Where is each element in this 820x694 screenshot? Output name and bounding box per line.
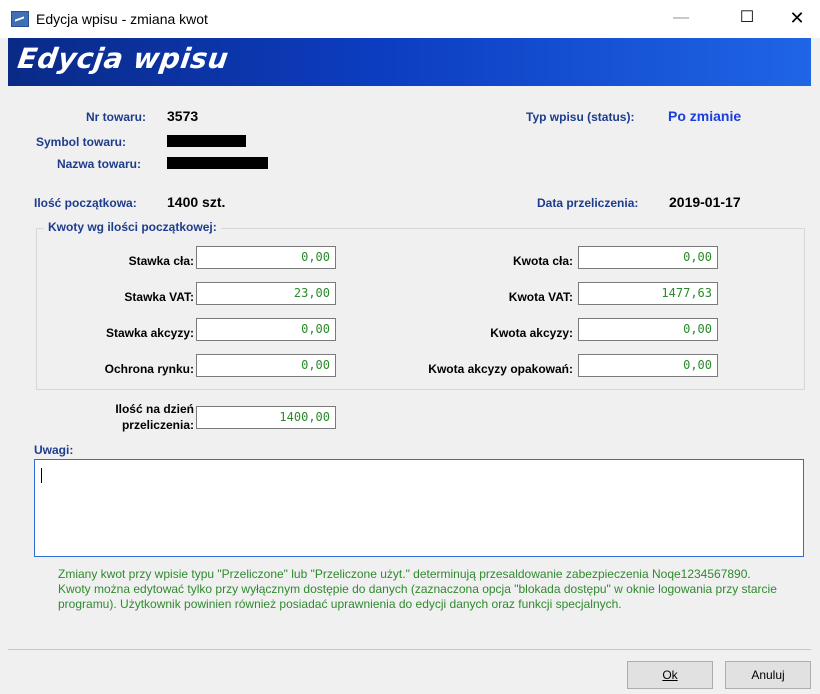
app-icon — [11, 11, 29, 27]
divider — [8, 649, 811, 650]
kwota-akcyzy-field[interactable]: 0,00 — [578, 318, 718, 341]
kwota-cla-field[interactable]: 0,00 — [578, 246, 718, 269]
recalc-qty-label-line2: przeliczenia: — [121, 418, 194, 432]
close-button[interactable]: ✕ — [774, 0, 820, 36]
kwota-akcyzy-opakowan-field[interactable]: 0,00 — [578, 354, 718, 377]
window-title: Edycja wpisu - zmiana kwot — [36, 11, 208, 27]
amounts-group-title: Kwoty wg ilości początkowej: — [44, 220, 221, 234]
recalc-qty-field[interactable]: 1400,00 — [196, 406, 336, 429]
maximize-button[interactable]: ☐ — [724, 0, 770, 36]
header-banner: Edycja wpisu — [8, 38, 811, 86]
kwota-vat-label: Kwota VAT: — [508, 290, 573, 304]
notes-textarea[interactable] — [34, 459, 804, 557]
nr-label: Nr towaru: — [86, 110, 146, 124]
kwota-cla-label: Kwota cła: — [512, 254, 573, 268]
stawka-cla-label: Stawka cła: — [128, 254, 194, 268]
info-text: Zmiany kwot przy wpisie typu "Przeliczon… — [58, 567, 777, 611]
banner-title: Edycja wpisu — [15, 42, 231, 75]
stawka-akcyzy-label: Stawka akcyzy: — [105, 326, 194, 340]
status-value: Po zmianie — [668, 108, 742, 124]
symbol-redacted — [167, 135, 246, 147]
name-redacted — [167, 157, 268, 169]
notes-label: Uwagi: — [34, 443, 74, 457]
stawka-akcyzy-field[interactable]: 0,00 — [196, 318, 336, 341]
nr-value: 3573 — [167, 108, 199, 124]
text-caret — [41, 468, 42, 483]
stawka-cla-field[interactable]: 0,00 — [196, 246, 336, 269]
name-label: Nazwa towaru: — [57, 157, 142, 171]
symbol-label: Symbol towaru: — [36, 135, 127, 149]
kwota-akcyzy-opakowan-label: Kwota akcyzy opakowań: — [428, 362, 573, 376]
kwota-vat-field[interactable]: 1477,63 — [578, 282, 718, 305]
recalc-qty-label-line1: Ilość na dzień — [115, 402, 194, 416]
cancel-button[interactable]: Anuluj — [725, 661, 811, 689]
stawka-vat-label: Stawka VAT: — [124, 290, 194, 304]
ochrona-rynku-label: Ochrona rynku: — [104, 362, 194, 376]
ok-button[interactable]: Ok — [627, 661, 713, 689]
ok-label: Ok — [662, 668, 678, 682]
window-titlebar: Edycja wpisu - zmiana kwot — ☐ ✕ — [0, 0, 820, 38]
minimize-button[interactable]: — — [658, 0, 704, 36]
qty-value: 1400 szt. — [167, 194, 226, 210]
date-value: 2019-01-17 — [669, 194, 741, 210]
date-label: Data przeliczenia: — [537, 196, 639, 210]
stawka-vat-field[interactable]: 23,00 — [196, 282, 336, 305]
status-label: Typ wpisu (status): — [526, 110, 635, 124]
kwota-akcyzy-label: Kwota akcyzy: — [490, 326, 573, 340]
ochrona-rynku-field[interactable]: 0,00 — [196, 354, 336, 377]
qty-label: Ilość początkowa: — [34, 196, 137, 210]
